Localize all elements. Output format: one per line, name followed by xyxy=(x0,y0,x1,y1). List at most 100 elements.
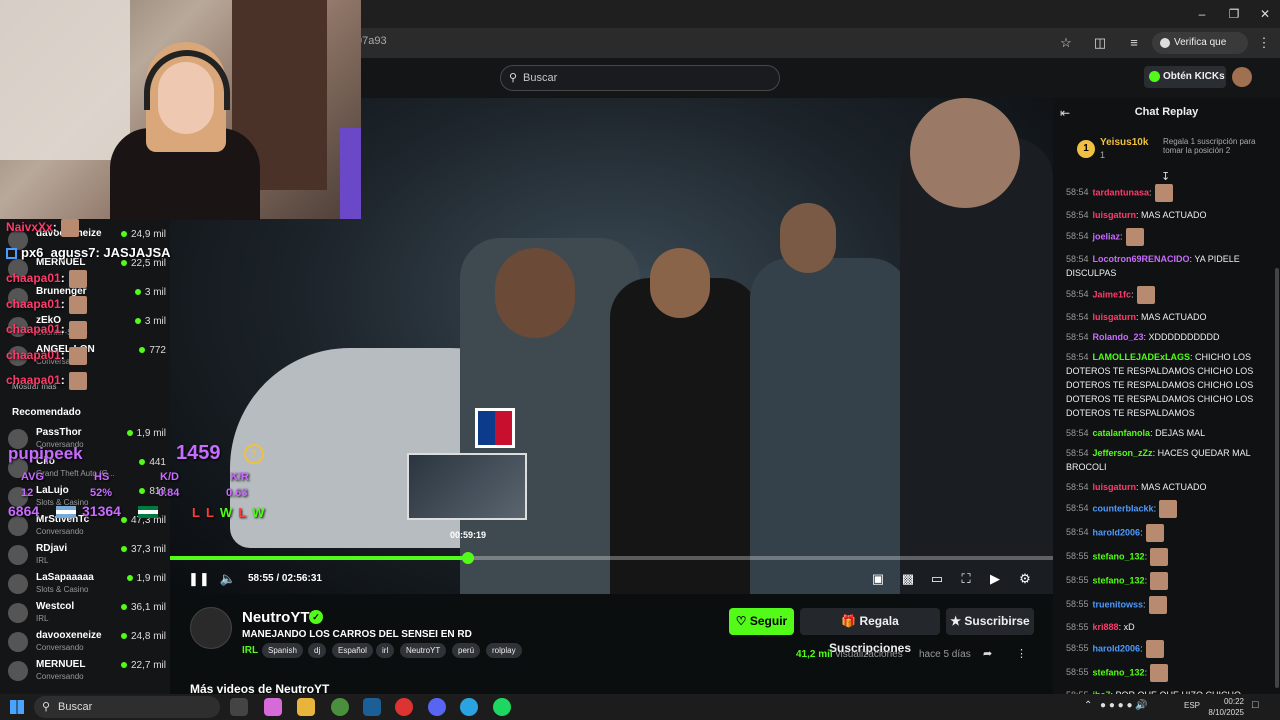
overlay-chat-text: : xyxy=(60,271,65,286)
chat-username[interactable]: joeliaz xyxy=(1093,231,1121,241)
chat-message: 58:54 Locotron69RENACIDO: YA PIDELE DISCU… xyxy=(1066,252,1266,280)
chat-username[interactable]: luisgaturn xyxy=(1093,482,1137,492)
chat-text: : xyxy=(1153,503,1157,514)
tag-chip[interactable]: irl xyxy=(376,643,395,658)
tag-chip[interactable]: NeutroYT xyxy=(400,643,447,658)
chat-timestamp: 58:54 xyxy=(1066,312,1089,322)
telegram-icon[interactable] xyxy=(460,698,478,716)
chat-username[interactable]: stefano_132 xyxy=(1093,667,1145,677)
get-kicks-button[interactable]: Obtén KICKs xyxy=(1144,66,1226,88)
follow-button[interactable]: ♡ Seguir xyxy=(729,608,794,635)
discord-icon[interactable] xyxy=(428,698,446,716)
settings-gear-icon[interactable]: ⚙ xyxy=(1015,570,1035,588)
spotify-icon[interactable] xyxy=(493,698,511,716)
chat-message: 58:54 tardantunasa: xyxy=(1066,184,1266,202)
tag-chip[interactable]: dj xyxy=(308,643,327,658)
chat-username[interactable]: Jefferson_zZz xyxy=(1093,448,1153,458)
chat-username[interactable]: LAMOLLEJADExLAGS xyxy=(1093,352,1191,362)
tag-chip[interactable]: rolplay xyxy=(486,643,522,658)
chat-username[interactable]: luisgaturn xyxy=(1093,210,1137,220)
bookmark-star-icon[interactable]: ☆ xyxy=(1056,33,1076,53)
restore-icon[interactable]: ❐ xyxy=(1224,4,1244,24)
pause-icon[interactable]: ❚❚ xyxy=(188,570,210,588)
tag-chip[interactable]: Español xyxy=(332,643,373,658)
browser-menu-icon[interactable]: ⋮ xyxy=(1254,33,1274,53)
chat-username[interactable]: counterblackk xyxy=(1093,503,1154,513)
chat-message: 58:54 catalanfanola: DEJAS MAL xyxy=(1066,426,1266,440)
result-badge: L xyxy=(205,505,214,520)
duration: 02:56:31 xyxy=(281,573,322,584)
verified-badge-icon: ✓ xyxy=(309,610,323,624)
channel-name: LaSapaaaaa xyxy=(36,572,94,583)
scroll-to-bottom-icon[interactable]: ↧ xyxy=(1161,170,1170,183)
chat-username[interactable]: luisgaturn xyxy=(1093,312,1137,322)
more-options-icon[interactable]: ⋮ xyxy=(1016,647,1027,660)
emote-icon xyxy=(68,270,87,288)
gift-subs-button[interactable]: 🎁 Regala Suscripciones xyxy=(800,608,940,655)
sidebar-channel[interactable]: MERNUEL Conversando 22,7 mil xyxy=(8,659,168,687)
channel-name[interactable]: NeutroYT xyxy=(242,609,310,626)
user-avatar[interactable] xyxy=(1232,67,1252,87)
close-icon[interactable]: ✕ xyxy=(1255,4,1275,24)
chat-username[interactable]: Jaime1fc xyxy=(1093,289,1132,299)
tag-chip[interactable]: Spanish xyxy=(262,643,303,658)
fullscreen-icon[interactable]: ⛶ xyxy=(956,570,976,588)
chat-username[interactable]: harold2006 xyxy=(1093,527,1141,537)
chat-username[interactable]: tardantunasa xyxy=(1093,187,1150,197)
clip-icon[interactable]: ▣ xyxy=(868,570,888,588)
subscribe-button[interactable]: ★ Suscribirse xyxy=(946,608,1034,635)
sidebar-channel[interactable]: davooxeneize Conversando 24,8 mil xyxy=(8,630,168,658)
chat-username[interactable]: stefano_132 xyxy=(1093,551,1145,561)
chat-username[interactable]: stefano_132 xyxy=(1093,575,1145,585)
progress-handle[interactable] xyxy=(461,552,474,564)
chat-timestamp: 58:55 xyxy=(1066,622,1089,632)
file-explorer-icon[interactable] xyxy=(297,698,315,716)
extensions-icon[interactable]: ◫ xyxy=(1090,33,1110,53)
chat-username[interactable]: catalanfanola xyxy=(1093,428,1151,438)
sidebar-channel[interactable]: RDjavi IRL 37,3 mil xyxy=(8,543,168,571)
chat-text: : xyxy=(1140,643,1143,654)
chat-message: 58:54 joeliaz: xyxy=(1066,228,1266,246)
chat-scrollbar[interactable] xyxy=(1275,268,1279,688)
tray-icons[interactable]: ● ● ● ● 🔊 xyxy=(1100,700,1148,711)
viewer-count: 22,7 mil xyxy=(121,660,166,671)
sidebar-channel[interactable]: LaSapaaaaa Slots & Casino 1,9 mil xyxy=(8,572,168,600)
chat-timestamp: 58:54 xyxy=(1066,210,1089,220)
obs-icon[interactable] xyxy=(395,698,413,716)
category-link[interactable]: IRL xyxy=(242,645,258,656)
channel-avatar[interactable] xyxy=(190,607,232,649)
windows-start-icon[interactable] xyxy=(10,700,24,714)
clock[interactable]: 00:22 8/10/2025 xyxy=(1206,696,1244,718)
taskbar-search[interactable]: ⚲ Buscar xyxy=(34,696,220,718)
reading-list-icon[interactable]: ≡ xyxy=(1124,33,1144,53)
steam-icon[interactable] xyxy=(363,698,381,716)
video-frame-person xyxy=(910,98,1020,208)
chrome-icon[interactable] xyxy=(331,698,349,716)
chat-username[interactable]: kri888 xyxy=(1093,622,1119,632)
theater-mode-icon[interactable]: ▭ xyxy=(927,570,947,588)
chat-username[interactable]: Rolando_23 xyxy=(1093,332,1144,342)
chat-message: 58:54 luisgaturn: MAS ACTUADO xyxy=(1066,310,1266,324)
top-gifter-name[interactable]: Yeisus10k xyxy=(1100,137,1148,148)
sidebar-channel[interactable]: Westcol IRL 36,1 mil xyxy=(8,601,168,629)
chat-username[interactable]: truenitowss xyxy=(1093,599,1144,609)
notifications-icon[interactable]: □ xyxy=(1252,699,1259,711)
task-view-icon[interactable] xyxy=(230,698,248,716)
chat-username[interactable]: harold2006 xyxy=(1093,643,1141,653)
chat-title: Chat Replay xyxy=(1134,106,1199,118)
search-input[interactable]: ⚲ Buscar xyxy=(500,65,780,91)
clock-date: 8/10/2025 xyxy=(1208,708,1244,717)
minimize-icon[interactable]: – xyxy=(1192,4,1212,24)
copilot-icon[interactable] xyxy=(264,698,282,716)
gift-promo-text[interactable]: Regala 1 suscripción para tomar la posic… xyxy=(1153,137,1263,155)
chat-username[interactable]: Locotron69RENACIDO xyxy=(1093,254,1190,264)
tray-chevron-icon[interactable]: ⌃ xyxy=(1084,700,1092,711)
share-icon[interactable]: ➦ xyxy=(983,647,992,660)
verify-button[interactable]: Verifica que eres tú xyxy=(1152,32,1248,70)
tag-chip[interactable]: perú xyxy=(452,643,481,658)
miniplayer-icon[interactable]: ▩ xyxy=(898,570,918,588)
volume-icon[interactable]: 🔈 xyxy=(218,570,238,588)
video-frame-person xyxy=(650,248,710,318)
playback-speed-icon[interactable]: ▶ xyxy=(985,570,1005,588)
input-language[interactable]: ESP xyxy=(1184,701,1200,710)
